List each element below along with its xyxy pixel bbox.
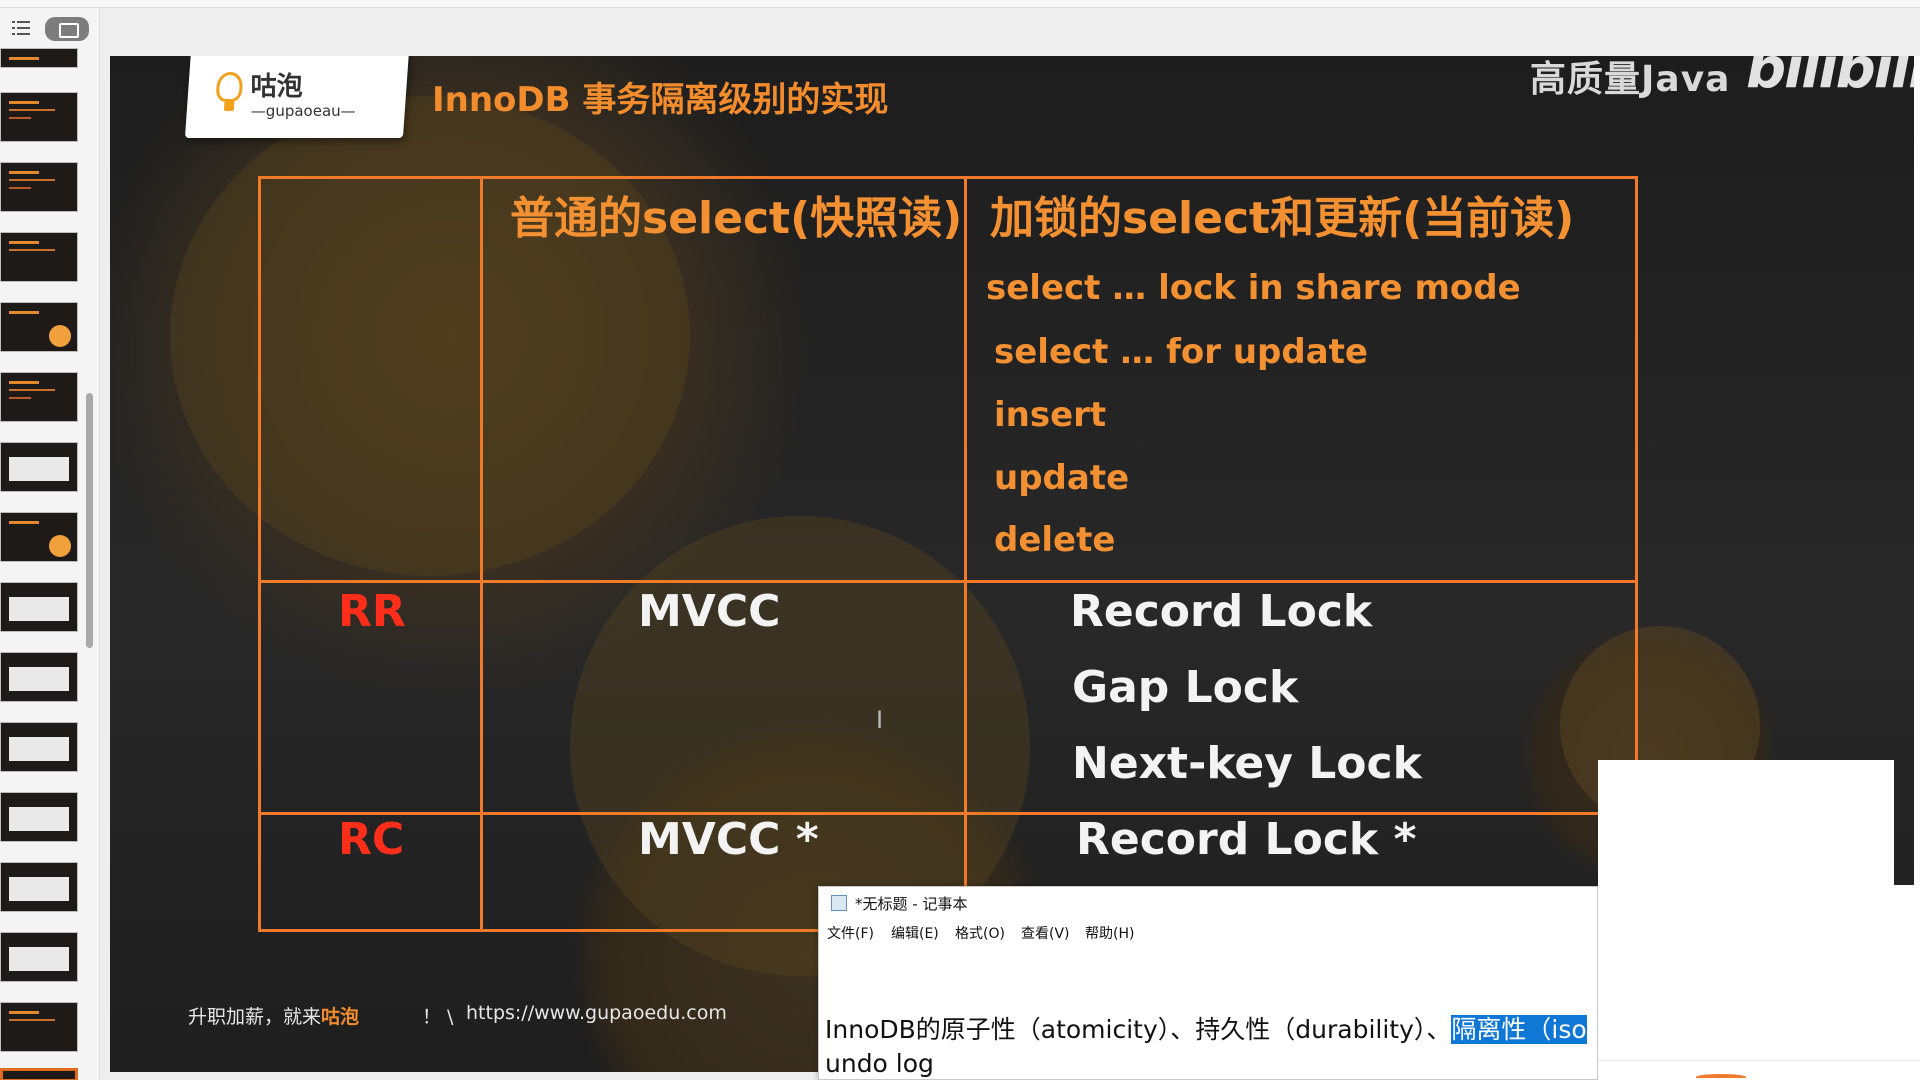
notepad-window[interactable]: *无标题 - 记事本 文件(F) 编辑(E) 格式(O) 查看(V) 帮助(H)… [818,886,1598,1080]
selected-text: 隔离性（iso [1451,1015,1587,1044]
lock-op: insert [994,395,1107,435]
outline-list-icon[interactable] [12,20,30,36]
lightbulb-icon [215,72,244,102]
notepad-titlebar[interactable]: *无标题 - 记事本 [819,887,1597,917]
rr-lock: Next-key Lock [1072,738,1422,789]
level-rc: RC [338,814,405,865]
footer-url: https://www.gupaoedu.com [466,1002,727,1024]
lock-op: select … for update [994,332,1368,372]
panel-toolbar [0,8,100,50]
lock-op: select … lock in share mode [986,268,1521,308]
slide-thumbnail[interactable] [0,512,78,562]
table-border [258,580,1638,583]
slide-thumbnail[interactable] [0,442,78,492]
slide-view-toggle-icon[interactable] [45,17,89,41]
slide-thumbnail[interactable] [0,232,78,282]
footer-slogan: 升职加薪，就来咕泡 [188,1002,359,1029]
notepad-line: undo log [825,1049,934,1078]
bilibili-logo: bilibili [1746,56,1914,101]
slide-thumbnail-selected[interactable] [0,1068,78,1080]
notepad-title: *无标题 - 记事本 [855,895,968,913]
table-border [258,929,818,932]
slogan-brand: 咕泡 [321,1006,360,1028]
table-border [258,176,1638,179]
rr-snapshot: MVCC [638,586,781,637]
rc-lock: Record Lock * [1076,814,1417,865]
window-edge [1914,56,1920,886]
header-snapshot-read: 普通的select(快照读) [510,193,963,244]
top-bar [0,0,1920,8]
notepad-line: InnoDB的原子性（atomicity）、持久性（durability）、隔离… [825,1013,1595,1047]
table-border [1635,176,1638,812]
slide-thumbnail[interactable] [0,932,78,982]
slide-thumbnail[interactable] [0,722,78,772]
slide-thumbnail[interactable] [0,372,78,422]
notepad-text-area[interactable]: InnoDB的原子性（atomicity）、持久性（durability）、隔离… [825,1013,1595,1080]
slide-thumbnail[interactable] [0,48,78,68]
watermark-text: 高质量Java [1530,59,1731,100]
rc-snapshot: MVCC * [638,814,819,865]
header-current-read: 加锁的select和更新(当前读) [990,193,1575,244]
table-border [258,812,1638,815]
lock-op: delete [994,520,1116,560]
rr-lock: Gap Lock [1072,662,1299,713]
table-border [480,176,483,932]
menu-file[interactable]: 文件(F) [827,923,874,943]
notepad-line-text: InnoDB的原子性（atomicity）、持久性（durability）、 [825,1015,1452,1044]
slide-thumbnail[interactable] [0,792,78,842]
gupao-logo: 咕泡 —gupaoeau— [184,56,410,138]
logo-subtext: —gupaoeau— [250,102,356,120]
table-border [258,176,261,932]
bottom-strip [1598,1060,1920,1080]
menu-view[interactable]: 查看(V) [1021,923,1070,943]
slide-thumbnail[interactable] [0,162,78,212]
menu-edit[interactable]: 编辑(E) [891,923,939,943]
overlay-panel [1598,885,1920,1060]
slide-thumbnail[interactable] [0,92,78,142]
menu-help[interactable]: 帮助(H) [1085,923,1134,943]
slide-thumbnail[interactable] [0,1002,78,1052]
slide-thumbnail[interactable] [0,582,78,632]
slide-thumbnail[interactable] [0,652,78,702]
lock-op: update [994,458,1130,498]
decorative-mark [1696,1074,1746,1080]
text-cursor-icon: I [876,706,884,734]
notepad-icon [831,895,847,911]
slide-thumbnail-panel [0,8,100,1080]
slogan-text: 升职加薪，就来 [188,1006,322,1028]
slide-thumbnail[interactable] [0,862,78,912]
rr-lock: Record Lock [1070,586,1373,637]
isolation-table: 普通的select(快照读) 加锁的select和更新(当前读) select … [258,176,1638,932]
logo-text: 咕泡 [250,72,303,102]
slide-thumbnail[interactable] [0,302,78,352]
menu-format[interactable]: 格式(O) [955,923,1005,943]
slide-title: InnoDB 事务隔离级别的实现 [432,80,889,120]
footer-mark: ！ \ [422,1006,454,1028]
thumbnail-scrollbar[interactable] [86,393,93,648]
notepad-menubar: 文件(F) 编辑(E) 格式(O) 查看(V) 帮助(H) [819,923,1597,947]
level-rr: RR [338,586,406,637]
table-border [964,176,967,932]
